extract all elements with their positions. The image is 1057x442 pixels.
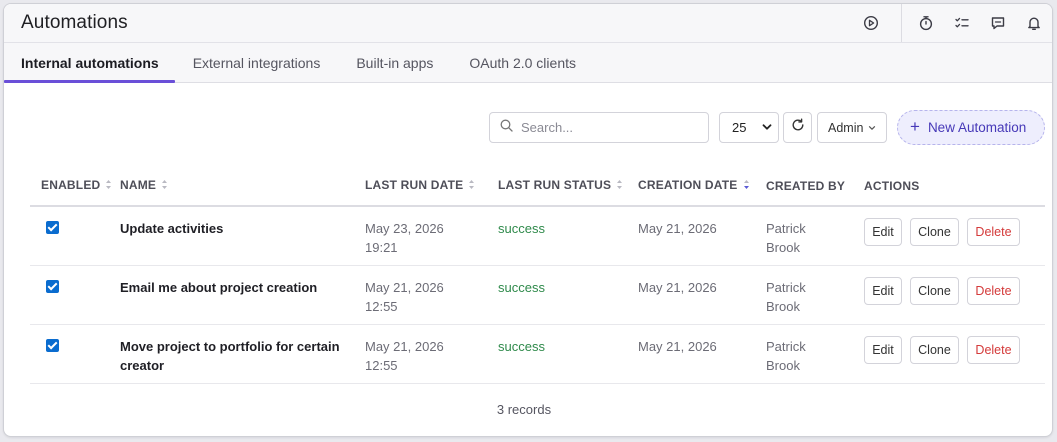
- per-page-value: 25: [732, 120, 747, 135]
- column-header-created-by: CREATED BY: [766, 166, 864, 207]
- last-run-time: 19:21: [365, 240, 398, 255]
- header-label: CREATION DATE: [638, 178, 738, 193]
- delete-button[interactable]: Delete: [967, 335, 1020, 364]
- edit-button[interactable]: Edit: [864, 276, 902, 305]
- topbar: Automations: [4, 4, 1052, 42]
- tab-external-integrations[interactable]: External integrations: [175, 43, 339, 82]
- tab-oauth-clients[interactable]: OAuth 2.0 clients: [451, 43, 594, 82]
- page-title: Automations: [21, 12, 128, 33]
- automation-name: Move project to portfolio for certain cr…: [120, 338, 340, 373]
- refresh-button[interactable]: [783, 112, 812, 143]
- records-count: 3 records: [496, 402, 552, 417]
- per-page-select[interactable]: 25: [719, 112, 779, 143]
- chevron-down-icon: [868, 121, 876, 135]
- clone-button[interactable]: Clone: [910, 218, 959, 246]
- header-label: CREATED BY: [766, 178, 846, 193]
- top-icon-bar: [861, 4, 1052, 42]
- automation-name: Update activities: [120, 221, 224, 236]
- enabled-checkbox[interactable]: [46, 338, 59, 352]
- status-badge: success: [498, 221, 545, 236]
- sort-icon: [161, 179, 168, 193]
- header-label: ACTIONS: [864, 178, 920, 193]
- delete-button[interactable]: Delete: [967, 218, 1020, 246]
- delete-button[interactable]: Delete: [967, 276, 1020, 305]
- created-by-first: Patrick: [766, 221, 806, 236]
- edit-button[interactable]: Edit: [864, 218, 902, 246]
- table-header-row: ENABLED NAME LAST RUN DATE LAST RUN STAT…: [30, 166, 1045, 207]
- created-by-last: Brook: [766, 240, 800, 255]
- chat-icon[interactable]: [988, 13, 1008, 33]
- last-run-date: May 21, 2026: [365, 279, 444, 295]
- created-by-first: Patrick: [766, 279, 806, 295]
- new-automation-button[interactable]: + New Automation: [897, 110, 1045, 145]
- app-window: Automations Internal automations Externa…: [3, 3, 1053, 437]
- table-row: Email me about project creation May 21, …: [30, 265, 1045, 325]
- sort-icon: [105, 179, 112, 193]
- column-header-creation-date[interactable]: CREATION DATE: [638, 166, 766, 207]
- plus-icon: +: [910, 116, 920, 136]
- edit-button[interactable]: Edit: [864, 335, 902, 364]
- clone-button[interactable]: Clone: [910, 335, 959, 364]
- stopwatch-icon[interactable]: [916, 13, 936, 33]
- last-run-date: May 23, 2026: [365, 221, 444, 236]
- checklist-icon[interactable]: [952, 13, 972, 33]
- last-run-time: 12:55: [365, 357, 398, 373]
- chevron-down-icon: [761, 121, 773, 136]
- column-header-last-run-status[interactable]: LAST RUN STATUS: [498, 166, 638, 207]
- tab-bar: Internal automations External integratio…: [4, 42, 1052, 83]
- header-label: NAME: [120, 178, 157, 193]
- header-label: ENABLED: [41, 178, 101, 193]
- sort-icon: [468, 179, 475, 193]
- bell-icon[interactable]: [1024, 13, 1044, 33]
- automation-name: Email me about project creation: [120, 279, 318, 295]
- admin-filter-button[interactable]: Admin: [817, 112, 887, 143]
- status-badge: success: [498, 338, 545, 354]
- last-run-date: May 21, 2026: [365, 338, 444, 354]
- search-icon: [500, 119, 513, 137]
- status-badge: success: [498, 279, 545, 295]
- column-header-enabled[interactable]: ENABLED: [30, 166, 120, 207]
- column-header-name[interactable]: NAME: [120, 166, 365, 207]
- automations-table: ENABLED NAME LAST RUN DATE LAST RUN STAT…: [30, 166, 1045, 384]
- play-circle-icon[interactable]: [861, 13, 881, 33]
- table-row: Move project to portfolio for certain cr…: [30, 324, 1045, 384]
- refresh-icon: [791, 118, 805, 137]
- clone-button[interactable]: Clone: [910, 276, 959, 305]
- header-label: LAST RUN DATE: [365, 178, 464, 193]
- table-toolbar: 25 Admin + New Automation: [4, 110, 1052, 145]
- column-header-actions: ACTIONS: [864, 166, 1045, 207]
- tab-internal-automations[interactable]: Internal automations: [4, 43, 175, 83]
- header-label: LAST RUN STATUS: [498, 178, 612, 193]
- created-by-first: Patrick: [766, 338, 806, 354]
- creation-date: May 21, 2026: [638, 279, 717, 295]
- search-input[interactable]: [521, 120, 691, 135]
- enabled-checkbox[interactable]: [46, 221, 59, 234]
- admin-label: Admin: [828, 120, 864, 135]
- last-run-time: 12:55: [365, 298, 398, 314]
- column-header-last-run-date[interactable]: LAST RUN DATE: [365, 166, 498, 207]
- creation-date: May 21, 2026: [638, 338, 717, 354]
- topbar-divider: [901, 4, 902, 42]
- created-by-last: Brook: [766, 357, 800, 373]
- table-row: Update activities May 23, 2026 19:21 succ…: [30, 206, 1045, 266]
- search-box: [489, 112, 709, 143]
- created-by-last: Brook: [766, 298, 800, 314]
- enabled-checkbox[interactable]: [46, 279, 59, 293]
- tab-built-in-apps[interactable]: Built-in apps: [338, 43, 451, 82]
- new-automation-label: New Automation: [927, 120, 1027, 135]
- sort-desc-icon: [743, 179, 750, 193]
- creation-date: May 21, 2026: [638, 221, 717, 236]
- sort-icon: [616, 179, 623, 193]
